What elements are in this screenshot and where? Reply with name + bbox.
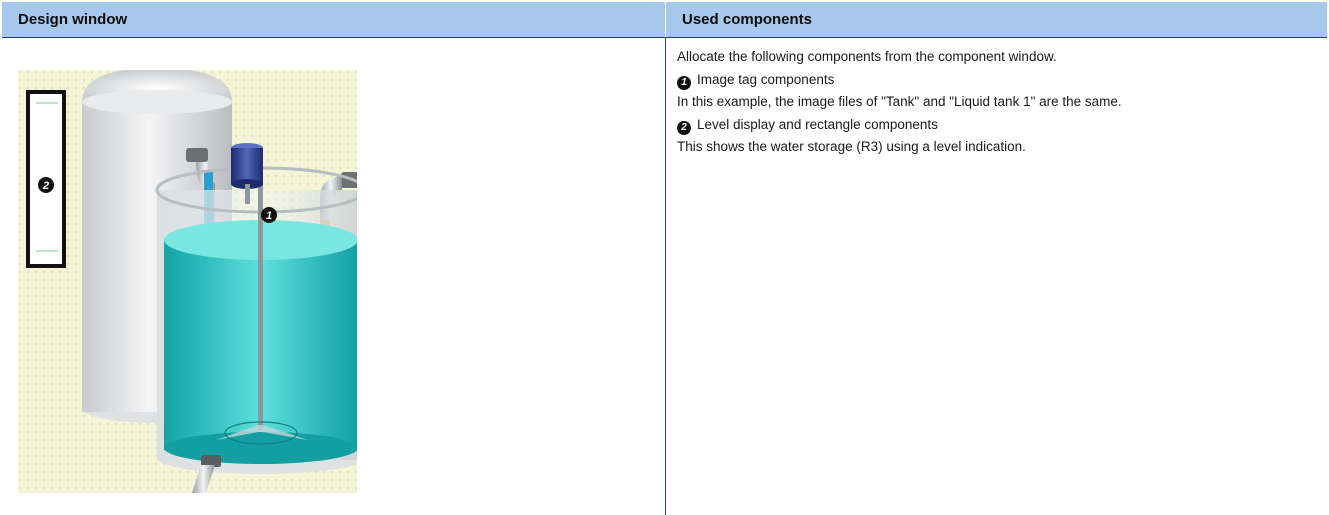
component-item-2-title: 2 Level display and rectangle components: [677, 114, 1317, 137]
component-item-1-label: Image tag components: [697, 71, 835, 87]
component-item-1-description: In this example, the image files of "Tan…: [677, 94, 1122, 109]
marker-2-icon: 2: [38, 177, 54, 193]
component-item-2-label: Level display and rectangle components: [697, 116, 938, 132]
used-components-content: Allocate the following components from t…: [677, 46, 1317, 159]
header-used-components: Used components: [682, 11, 813, 28]
design-window-canvas: 2 1: [18, 70, 357, 493]
header-design-window: Design window: [18, 11, 128, 28]
component-item-1-title: 1 Image tag components: [677, 69, 1317, 92]
column-divider: [665, 2, 666, 515]
svg-text:1: 1: [266, 210, 272, 222]
svg-text:2: 2: [42, 180, 49, 192]
marker-1-icon: 1: [677, 75, 691, 90]
marker-1-icon: 1: [261, 207, 277, 223]
components-intro: Allocate the following components from t…: [677, 49, 1057, 64]
liquid-tank-image-icon: [155, 143, 357, 493]
marker-2-icon: 2: [677, 120, 691, 135]
component-item-2-description: This shows the water storage (R3) using …: [677, 139, 1026, 154]
header-divider: [665, 2, 666, 37]
